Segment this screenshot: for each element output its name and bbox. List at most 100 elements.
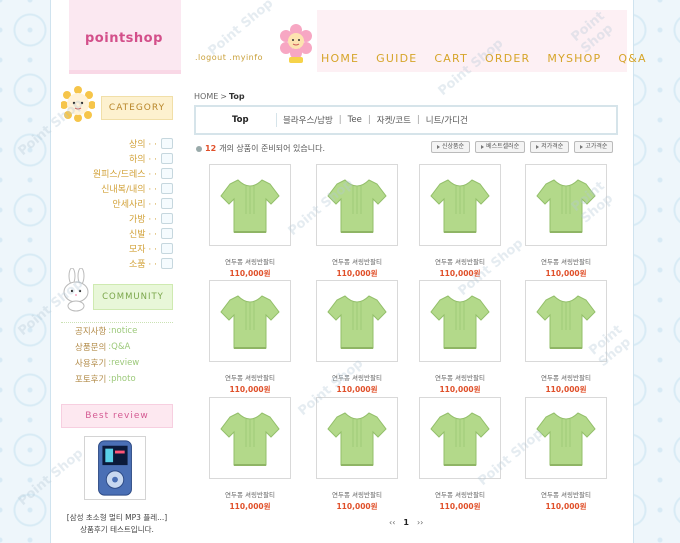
community-item[interactable]: 상품문의:Q&A [61, 339, 173, 355]
product-card[interactable]: 연두퐁 셔링반팔티 110,000원 [209, 397, 291, 512]
category-item-icon [161, 213, 173, 224]
nav-item-cart[interactable]: CART [434, 52, 468, 65]
sort-button-label: 베스트셀러순 [486, 143, 520, 150]
login-links[interactable]: .logout .myinfo [195, 53, 263, 62]
product-card[interactable]: 연두퐁 셔링반팔티 110,000원 [525, 280, 607, 395]
product-card[interactable]: 연두퐁 셔링반팔티 110,000원 [209, 280, 291, 395]
product-card[interactable]: 연두퐁 셔링반팔티 110,000원 [316, 397, 398, 512]
product-name[interactable]: 연두퐁 셔링반팔티 [419, 256, 501, 266]
category-header: CATEGORY [101, 96, 173, 120]
category-label: 신내복/내의 · · [101, 185, 157, 195]
mp3-player-icon [98, 440, 132, 496]
green-shirt-icon [220, 179, 280, 233]
product-image[interactable] [316, 280, 398, 362]
sort-button[interactable]: 신상품순 [431, 141, 471, 153]
product-image[interactable] [525, 397, 607, 479]
sun-mascot-icon [61, 86, 95, 122]
nav-item-guide[interactable]: GUIDE [376, 52, 417, 65]
logo[interactable]: pointshop [85, 31, 163, 46]
nav-item-home[interactable]: HOME [321, 52, 359, 65]
green-shirt-icon [327, 179, 387, 233]
product-card[interactable]: 연두퐁 셔링반팔티 110,000원 [316, 164, 398, 279]
category-item[interactable]: 안세사리 · · [61, 196, 173, 211]
product-name[interactable]: 연두퐁 셔링반팔티 [525, 372, 607, 382]
category-item-icon [161, 198, 173, 209]
product-card[interactable]: 연두퐁 셔링반팔티 110,000원 [525, 164, 607, 279]
category-item[interactable]: 신내복/내의 · · [61, 181, 173, 196]
community-item[interactable]: 사용후기:review [61, 355, 173, 371]
page-number[interactable]: 1 [403, 518, 409, 527]
product-name[interactable]: 연두퐁 셔링반팔티 [209, 489, 291, 499]
nav-item-myshop[interactable]: MYSHOP [547, 52, 601, 65]
rabbit-mascot-icon [63, 268, 89, 312]
subcategory-item[interactable]: Tee [348, 115, 362, 125]
category-item[interactable]: 원피스/드레스 · · [61, 166, 173, 181]
product-name[interactable]: 연두퐁 셔링반팔티 [316, 489, 398, 499]
flower-mascot-icon [280, 24, 312, 63]
product-image[interactable] [209, 397, 291, 479]
community-item-label: 공지사항 [75, 327, 107, 337]
product-name[interactable]: 연두퐁 셔링반팔티 [419, 489, 501, 499]
product-card[interactable]: 연두퐁 셔링반팔티 110,000원 [419, 397, 501, 512]
subcategory-item[interactable]: 자켓/코트 [377, 114, 411, 126]
subcategory-bar: Top 블라우스/남방 | Tee | 자켓/코트 | 니트/가디건 [194, 105, 618, 135]
product-image[interactable] [419, 164, 501, 246]
community-item-label: 사용후기 [75, 359, 107, 369]
product-image[interactable] [209, 280, 291, 362]
breadcrumb-current: Top [228, 92, 245, 101]
product-image[interactable] [525, 164, 607, 246]
green-shirt-icon [430, 295, 490, 349]
category-item[interactable]: 가방 · · [61, 211, 173, 226]
product-name[interactable]: 연두퐁 셔링반팔티 [209, 372, 291, 382]
product-image[interactable] [525, 280, 607, 362]
green-shirt-icon [536, 295, 596, 349]
product-card[interactable]: 연두퐁 셔링반팔티 110,000원 [419, 164, 501, 279]
pagination: ‹‹ 1 ›› [389, 518, 423, 527]
subcategory-item[interactable]: 니트/가디건 [426, 114, 468, 126]
product-image[interactable] [209, 164, 291, 246]
category-item[interactable]: 신발 · · [61, 226, 173, 241]
next-page-button[interactable]: ›› [417, 518, 423, 527]
product-price: 110,000원 [229, 269, 271, 278]
sort-button[interactable]: 베스트셀러순 [475, 141, 526, 153]
product-card[interactable]: 연두퐁 셔링반팔티 110,000원 [419, 280, 501, 395]
community-item-english: :photo [108, 374, 136, 384]
community-item-english: :Q&A [108, 342, 131, 352]
subcategory-item[interactable]: 블라우스/남방 [283, 114, 333, 126]
category-item-icon [161, 153, 173, 164]
best-review-thumbnail[interactable] [84, 436, 146, 500]
product-name[interactable]: 연두퐁 셔링반팔티 [525, 256, 607, 266]
product-name[interactable]: 연두퐁 셔링반팔티 [316, 256, 398, 266]
best-review-header: Best review [61, 404, 173, 428]
subcategory-active[interactable]: Top [196, 115, 276, 125]
watermark-text: Point Shop [205, 0, 277, 59]
category-list: 상의 · · 하의 · · 원피스/드레스 · · 신내복/내의 · · 안세사리 · … [61, 136, 173, 271]
product-image[interactable] [419, 397, 501, 479]
product-card[interactable]: 연두퐁 셔링반팔티 110,000원 [316, 280, 398, 395]
green-shirt-icon [536, 412, 596, 466]
category-item-icon [161, 243, 173, 254]
product-name[interactable]: 연두퐁 셔링반팔티 [316, 372, 398, 382]
prev-page-button[interactable]: ‹‹ [389, 518, 395, 527]
product-price: 110,000원 [336, 502, 378, 511]
category-item[interactable]: 모자 · · [61, 241, 173, 256]
breadcrumb-home[interactable]: HOME [194, 92, 218, 101]
community-item[interactable]: 포토후기:photo [61, 371, 173, 387]
product-image[interactable] [419, 280, 501, 362]
sort-button[interactable]: 저가격순 [530, 141, 570, 153]
category-item[interactable]: 상의 · · [61, 136, 173, 151]
nav-item-qa[interactable]: Q&A [618, 52, 646, 65]
best-review-item[interactable]: [삼성 초소형 멀티 MP3 플레...] [51, 512, 183, 523]
product-name[interactable]: 연두퐁 셔링반팔티 [525, 489, 607, 499]
product-image[interactable] [316, 164, 398, 246]
category-item[interactable]: 하의 · · [61, 151, 173, 166]
nav-item-order[interactable]: ORDER [485, 52, 530, 65]
product-image[interactable] [316, 397, 398, 479]
product-card[interactable]: 연두퐁 셔링반팔티 110,000원 [209, 164, 291, 279]
sort-button[interactable]: 고가격순 [574, 141, 614, 153]
community-item[interactable]: 공지사항:notice [61, 323, 173, 339]
arrow-right-icon [437, 145, 440, 149]
product-name[interactable]: 연두퐁 셔링반팔티 [419, 372, 501, 382]
product-name[interactable]: 연두퐁 셔링반팔티 [209, 256, 291, 266]
product-card[interactable]: 연두퐁 셔링반팔티 110,000원 [525, 397, 607, 512]
